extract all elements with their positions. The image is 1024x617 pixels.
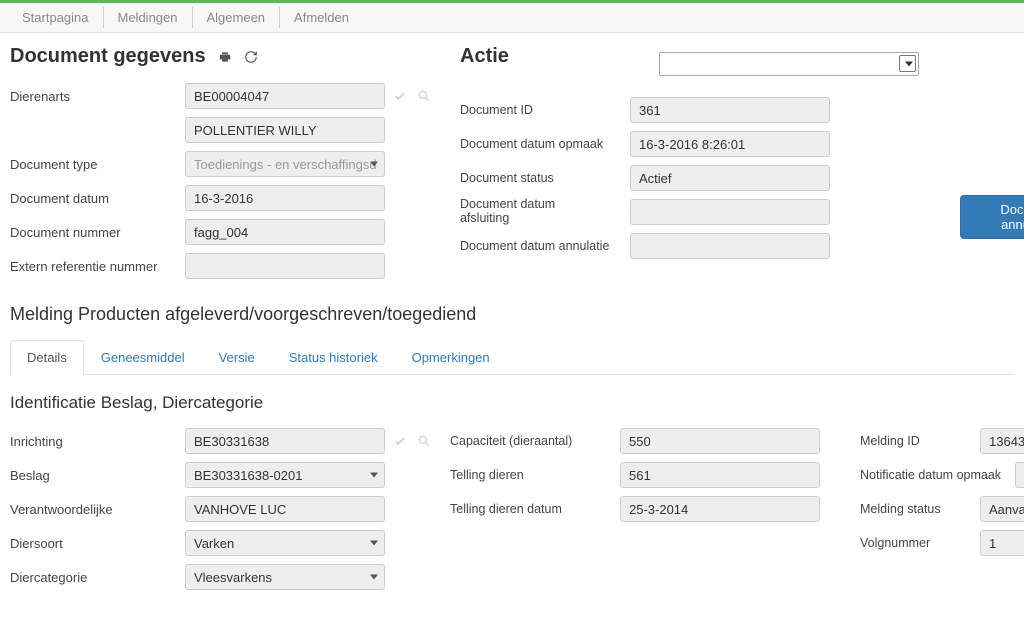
check-icon-2[interactable] bbox=[391, 432, 409, 450]
label-diersoort: Diersoort bbox=[10, 536, 185, 551]
input-volgnummer[interactable] bbox=[980, 530, 1024, 556]
heading-identificatie: Identificatie Beslag, Diercategorie bbox=[10, 393, 1014, 413]
input-document-datum[interactable] bbox=[185, 185, 385, 211]
input-melding-status[interactable] bbox=[980, 496, 1024, 522]
nav-startpagina[interactable]: Startpagina bbox=[8, 7, 104, 28]
input-verantwoordelijke[interactable] bbox=[185, 496, 385, 522]
tab-geneesmiddel[interactable]: Geneesmiddel bbox=[84, 340, 202, 375]
label-document-nummer: Document nummer bbox=[10, 225, 185, 240]
input-datum-opmaak[interactable] bbox=[630, 131, 830, 157]
input-document-id[interactable] bbox=[630, 97, 830, 123]
label-dierenarts: Dierenarts bbox=[10, 89, 185, 104]
label-inrichting: Inrichting bbox=[10, 434, 185, 449]
label-beslag: Beslag bbox=[10, 468, 185, 483]
label-telling-datum: Telling dieren datum bbox=[450, 502, 620, 516]
input-extern-ref[interactable] bbox=[185, 253, 385, 279]
tab-opmerkingen[interactable]: Opmerkingen bbox=[395, 340, 507, 375]
input-melding-id[interactable] bbox=[980, 428, 1024, 454]
label-datum-annulatie: Document datum annulatie bbox=[460, 239, 630, 253]
label-extern-ref: Extern referentie nummer bbox=[10, 259, 185, 274]
input-inrichting[interactable] bbox=[185, 428, 385, 454]
select-document-type bbox=[185, 151, 385, 177]
label-melding-id: Melding ID bbox=[860, 434, 980, 448]
search-icon[interactable] bbox=[415, 87, 433, 105]
input-datum-annulatie[interactable] bbox=[630, 233, 830, 259]
label-telling: Telling dieren bbox=[450, 468, 620, 482]
nav-meldingen[interactable]: Meldingen bbox=[104, 7, 193, 28]
tab-status-historiek[interactable]: Status historiek bbox=[272, 340, 395, 375]
heading-text: Document gegevens bbox=[10, 45, 206, 68]
input-telling[interactable] bbox=[620, 462, 820, 488]
input-dierenarts-name[interactable] bbox=[185, 117, 385, 143]
input-document-nummer[interactable] bbox=[185, 219, 385, 245]
nav-algemeen[interactable]: Algemeen bbox=[193, 7, 281, 28]
label-doc-status: Document status bbox=[460, 171, 630, 185]
annuleren-button[interactable]: Document annuleren bbox=[960, 195, 1024, 239]
refresh-icon[interactable] bbox=[242, 48, 260, 66]
input-datum-afsluiting[interactable] bbox=[630, 199, 830, 225]
label-melding-status: Melding status bbox=[860, 502, 980, 516]
label-datum-afsluiting: Document datum afsluiting bbox=[460, 198, 630, 226]
label-document-id: Document ID bbox=[460, 103, 630, 117]
label-verantwoordelijke: Verantwoordelijke bbox=[10, 502, 185, 517]
heading-document-gegevens: Document gegevens bbox=[10, 45, 440, 68]
input-dierenarts-code[interactable] bbox=[185, 83, 385, 109]
label-notif-datum: Notificatie datum opmaak bbox=[860, 468, 1015, 482]
heading-actie: Actie bbox=[460, 45, 509, 68]
tab-versie[interactable]: Versie bbox=[202, 340, 272, 375]
nav-afmelden[interactable]: Afmelden bbox=[280, 7, 363, 28]
label-capaciteit: Capaciteit (dieraantal) bbox=[450, 434, 620, 448]
label-diercategorie: Diercategorie bbox=[10, 570, 185, 585]
input-notif-datum[interactable] bbox=[1015, 462, 1024, 488]
print-icon[interactable] bbox=[216, 48, 234, 66]
label-volgnummer: Volgnummer bbox=[860, 536, 980, 550]
heading-melding-producten: Melding Producten afgeleverd/voorgeschre… bbox=[10, 304, 1014, 325]
input-capaciteit[interactable] bbox=[620, 428, 820, 454]
select-beslag[interactable] bbox=[185, 462, 385, 488]
select-diersoort[interactable] bbox=[185, 530, 385, 556]
input-doc-status[interactable] bbox=[630, 165, 830, 191]
search-icon-2[interactable] bbox=[415, 432, 433, 450]
label-datum-opmaak: Document datum opmaak bbox=[460, 137, 630, 151]
tab-details[interactable]: Details bbox=[10, 340, 84, 375]
tabs: Details Geneesmiddel Versie Status histo… bbox=[10, 339, 1014, 375]
input-telling-datum[interactable] bbox=[620, 496, 820, 522]
check-icon[interactable] bbox=[391, 87, 409, 105]
top-nav: Startpagina Meldingen Algemeen Afmelden bbox=[0, 0, 1024, 33]
select-diercategorie[interactable] bbox=[185, 564, 385, 590]
select-actie[interactable] bbox=[659, 52, 919, 76]
label-document-datum: Document datum bbox=[10, 191, 185, 206]
label-document-type: Document type bbox=[10, 157, 185, 172]
